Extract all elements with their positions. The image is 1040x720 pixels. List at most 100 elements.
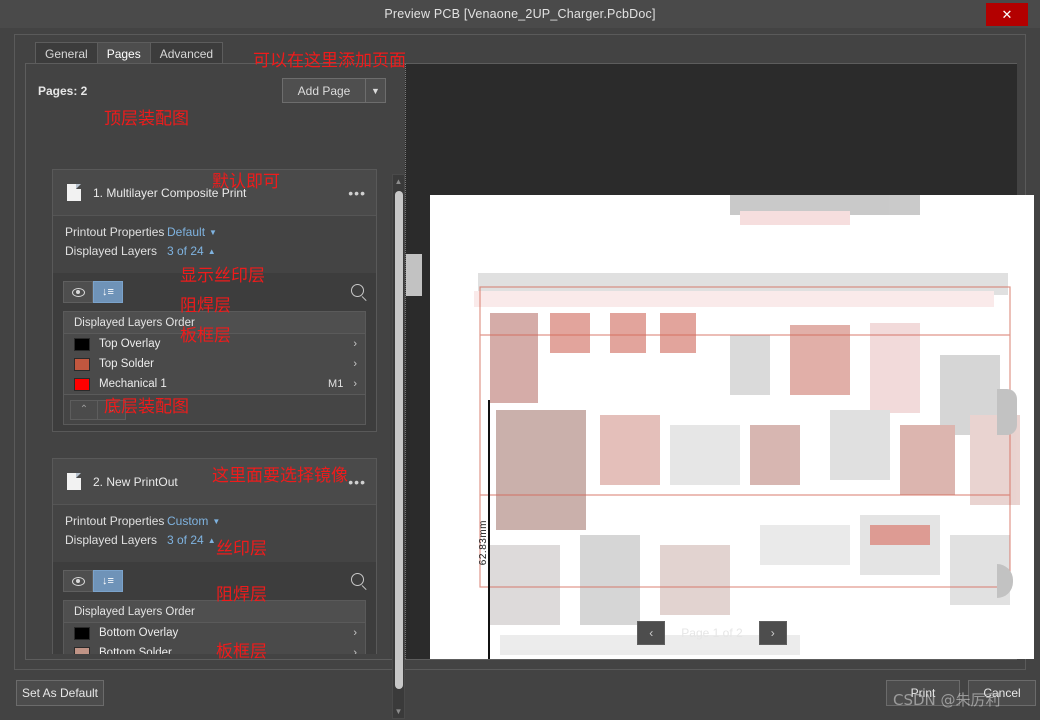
preview-pcb-dialog: Preview PCB [Venaone_2UP_Charger.PcbDoc]…	[0, 0, 1040, 720]
layer-row[interactable]: Bottom Solder ›	[64, 643, 365, 654]
displayed-layers-row: Displayed Layers 3 of 24 ▲	[65, 533, 364, 547]
search-icon[interactable]	[351, 573, 364, 586]
print-preview-area[interactable]: 62.83mm ‹ Page 1 of 2 ›	[405, 64, 1017, 659]
layer-row[interactable]: Top Solder ›	[64, 354, 365, 374]
layer-row[interactable]: Mechanical 1 M1 ›	[64, 374, 365, 394]
tab-content-pages: Pages: 2 Add Page ▼ 1. Multilayer Compos…	[25, 63, 1017, 660]
printout-properties-value[interactable]: Custom	[167, 514, 208, 528]
eye-icon[interactable]	[63, 281, 93, 303]
scroll-up-icon[interactable]: ▲	[393, 175, 404, 188]
printout-name: 2. New PrintOut	[93, 475, 348, 489]
printout-card: 1. Multilayer Composite Print ••• Printo…	[52, 169, 377, 432]
displayed-layers-value[interactable]: 3 of 24	[167, 244, 204, 258]
printout-card: 2. New PrintOut ••• Printout Properties …	[52, 458, 377, 654]
printout-properties-row: Printout Properties Custom ▼	[65, 514, 364, 528]
printout-properties: Printout Properties Custom ▼ Displayed L…	[53, 505, 376, 562]
chevron-down-icon[interactable]: ▼	[212, 517, 220, 526]
dimension-label: 62.83mm	[478, 520, 489, 565]
printout-header[interactable]: 1. Multilayer Composite Print •••	[53, 170, 376, 216]
printout-properties-label: Printout Properties	[65, 225, 167, 239]
layer-name: Top Overlay	[99, 338, 343, 350]
layer-name: Bottom Overlay	[99, 627, 343, 639]
chevron-down-icon[interactable]: ▼	[365, 79, 385, 102]
printout-header[interactable]: 2. New PrintOut •••	[53, 459, 376, 505]
previous-page-button[interactable]: ‹	[637, 621, 665, 645]
tab-pages[interactable]: Pages	[97, 42, 151, 64]
layers-reorder-toolbar: ⌃ ⌄	[63, 395, 366, 425]
printouts-scroll-region: 1. Multilayer Composite Print ••• Printo…	[52, 114, 392, 654]
layer-name: Mechanical 1	[99, 378, 328, 390]
layer-row[interactable]: Bottom Overlay ›	[64, 623, 365, 643]
pages-panel: Pages: 2 Add Page ▼ 1. Multilayer Compos…	[26, 64, 406, 659]
layer-color-swatch	[74, 647, 90, 655]
eye-icon[interactable]	[63, 570, 93, 592]
printout-properties-value[interactable]: Default	[167, 225, 205, 239]
set-as-default-button[interactable]: Set As Default	[16, 680, 104, 706]
layer-color-swatch	[74, 627, 90, 640]
pcb-artwork	[430, 195, 1034, 659]
displayed-layers-row: Displayed Layers 3 of 24 ▲	[65, 244, 364, 258]
more-options-icon[interactable]: •••	[348, 474, 366, 490]
layer-color-swatch	[74, 358, 90, 371]
chevron-down-icon[interactable]: ▼	[209, 228, 217, 237]
document-icon	[67, 184, 81, 201]
displayed-layers-label: Displayed Layers	[65, 533, 167, 547]
chevron-right-icon[interactable]: ›	[353, 647, 357, 654]
chevron-right-icon[interactable]: ›	[353, 627, 357, 639]
displayed-layers-label: Displayed Layers	[65, 244, 167, 258]
scrollbar-thumb[interactable]	[395, 191, 403, 689]
move-layer-up-button[interactable]: ⌃	[70, 400, 98, 420]
tab-advanced[interactable]: Advanced	[150, 42, 223, 64]
chevron-right-icon[interactable]: ›	[353, 378, 357, 390]
print-button[interactable]: Print	[886, 680, 960, 706]
layers-panel: ↓≡ Displayed Layers Order Top Overlay ›	[53, 273, 376, 431]
layers-panel: ↓≡ Displayed Layers Order Bottom Overlay…	[53, 562, 376, 654]
sort-descending-icon[interactable]: ↓≡	[93, 570, 123, 592]
printout-name: 1. Multilayer Composite Print	[93, 186, 348, 200]
search-icon[interactable]	[351, 284, 364, 297]
pages-header: Pages: 2 Add Page ▼	[38, 78, 394, 106]
page-navigation: ‹ Page 1 of 2 ›	[406, 621, 1018, 645]
layers-table: Displayed Layers Order Bottom Overlay ›	[63, 600, 366, 654]
title-bar: Preview PCB [Venaone_2UP_Charger.PcbDoc]…	[0, 0, 1040, 28]
printout-properties-label: Printout Properties	[65, 514, 167, 528]
layers-toolbar: ↓≡	[63, 570, 366, 592]
layers-table: Displayed Layers Order Top Overlay › T	[63, 311, 366, 395]
dialog-footer: Set As Default Print Cancel	[0, 670, 1040, 720]
layer-color-swatch	[74, 338, 90, 351]
chevron-up-icon[interactable]: ▲	[208, 536, 216, 545]
tab-strip: General Pages Advanced	[35, 41, 222, 64]
pages-count-label: Pages: 2	[38, 84, 87, 98]
chevron-right-icon[interactable]: ›	[353, 358, 357, 370]
chevron-up-icon[interactable]: ▲	[208, 247, 216, 256]
preview-paper: 62.83mm	[430, 195, 1034, 659]
displayed-layers-value[interactable]: 3 of 24	[167, 533, 204, 547]
tab-general[interactable]: General	[35, 42, 98, 64]
document-icon	[67, 473, 81, 490]
page-indicator: Page 1 of 2	[681, 626, 742, 640]
sort-descending-icon[interactable]: ↓≡	[93, 281, 123, 303]
printout-properties: Printout Properties Default ▼ Displayed …	[53, 216, 376, 273]
preview-right-handle-top[interactable]	[997, 389, 1017, 435]
printout-properties-row: Printout Properties Default ▼	[65, 225, 364, 239]
layers-table-header: Displayed Layers Order	[64, 601, 365, 623]
preview-left-handle[interactable]	[406, 254, 422, 296]
move-layer-down-button[interactable]: ⌄	[98, 400, 126, 420]
layers-table-header: Displayed Layers Order	[64, 312, 365, 334]
window-title: Preview PCB [Venaone_2UP_Charger.PcbDoc]	[384, 7, 655, 21]
chevron-right-icon[interactable]: ›	[353, 338, 357, 350]
layer-name: Top Solder	[99, 358, 343, 370]
layer-color-swatch	[74, 378, 90, 391]
layer-name: Bottom Solder	[99, 647, 343, 654]
dialog-body: General Pages Advanced Pages: 2 Add Page…	[14, 34, 1026, 670]
cancel-button[interactable]: Cancel	[968, 680, 1036, 706]
add-page-button[interactable]: Add Page ▼	[282, 78, 386, 103]
more-options-icon[interactable]: •••	[348, 185, 366, 201]
layers-toolbar: ↓≡	[63, 281, 366, 303]
pages-panel-scrollbar[interactable]: ▲ ▼	[392, 174, 405, 719]
close-icon[interactable]: ✕	[986, 3, 1028, 26]
layer-row[interactable]: Top Overlay ›	[64, 334, 365, 354]
next-page-button[interactable]: ›	[759, 621, 787, 645]
layer-tag: M1	[328, 378, 343, 390]
add-page-label: Add Page	[283, 79, 365, 102]
